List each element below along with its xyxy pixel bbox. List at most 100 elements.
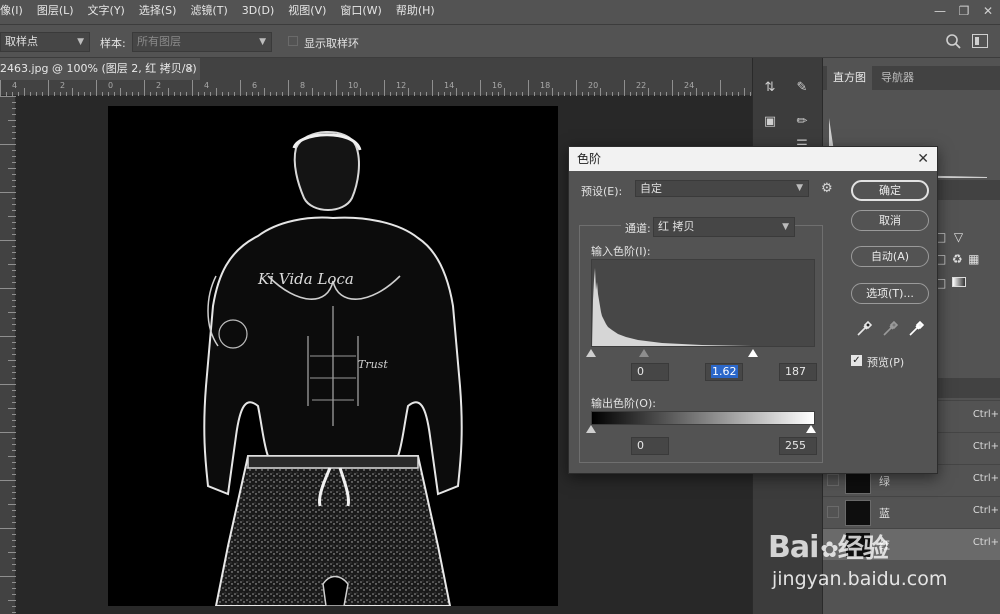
ruler-label: 2 (156, 81, 162, 90)
input-gamma-slider[interactable] (639, 349, 649, 357)
vertical-ruler (0, 96, 16, 614)
preset-label: 预设(E): (581, 185, 623, 198)
cancel-button[interactable]: 取消 (851, 210, 929, 231)
gray-eyedropper-icon[interactable] (881, 320, 899, 338)
character-icon[interactable]: ✎ (791, 76, 813, 98)
watermark-url: jingyan.baidu.com (772, 568, 948, 590)
window-controls: — ❐ ✕ (928, 0, 1000, 22)
gear-icon[interactable]: ⚙ (821, 181, 833, 196)
brush-icon[interactable]: ✏ (791, 110, 813, 132)
workspace-icon[interactable] (972, 34, 988, 48)
history-icon[interactable]: ⇅ (759, 76, 781, 98)
options-bar: 取样点 ▼ 样本: 所有图层 ▼ 显示取样环 (0, 24, 1000, 58)
output-white-slider[interactable] (806, 425, 816, 433)
black-eyedropper-icon[interactable] (855, 320, 873, 338)
menu-layer[interactable]: 图层(L) (30, 0, 81, 22)
search-icon[interactable] (944, 32, 964, 52)
menu-type[interactable]: 文字(Y) (81, 0, 132, 22)
auto-button[interactable]: 自动(A) (851, 246, 929, 267)
close-icon[interactable]: × (185, 58, 194, 80)
svg-text:Trust: Trust (358, 358, 388, 371)
channel-name: 蓝 (879, 507, 890, 520)
output-gradient (591, 411, 815, 425)
restore-icon[interactable]: ❐ (952, 0, 976, 22)
ruler-ticks (0, 96, 16, 613)
preset-value: 自定 (640, 182, 662, 195)
document-tab[interactable]: 2463.jpg @ 100% (图层 2, 红 拷贝/8) * × (0, 58, 200, 97)
channel-shortcut: Ctrl+ (972, 473, 999, 484)
channel-shortcut: Ctrl+ (972, 505, 999, 516)
adjustment-icons-row1: □ ▽ (935, 230, 963, 244)
histogram-graph (592, 268, 752, 346)
close-icon[interactable]: ✕ (917, 147, 929, 171)
ok-button[interactable]: 确定 (851, 180, 929, 201)
menu-3d[interactable]: 3D(D) (235, 0, 282, 22)
ruler-label: 22 (636, 81, 647, 90)
grid-icon[interactable]: ▦ (968, 252, 979, 266)
white-eyedropper-icon[interactable] (907, 320, 925, 338)
document-tab-bar: 2463.jpg @ 100% (图层 2, 红 拷贝/8) * × (0, 58, 752, 97)
menu-view[interactable]: 视图(V) (281, 0, 333, 22)
preset-select[interactable]: 自定 ▼ (635, 180, 809, 197)
close-window-icon[interactable]: ✕ (976, 0, 1000, 22)
levels-histogram (591, 259, 815, 347)
show-ring-checkbox[interactable] (288, 36, 298, 46)
channel-row-blue[interactable]: 蓝 Ctrl+ (823, 496, 1000, 528)
menu-window[interactable]: 窗口(W) (333, 0, 388, 22)
ruler-label: 6 (252, 81, 258, 90)
channel-name: 绿 (879, 475, 890, 488)
channel-shortcut: Ctrl+ (972, 409, 999, 420)
input-levels-label: 输入色阶(I): (591, 245, 651, 258)
tab-navigator[interactable]: 导航器 (875, 66, 920, 90)
3d-cube-icon[interactable]: ▣ (759, 110, 781, 132)
preview-checkbox[interactable]: ✓ (851, 355, 862, 366)
output-black-slider[interactable] (586, 425, 596, 433)
input-gamma-field[interactable]: 1.62 (705, 363, 743, 381)
horizontal-ruler: 4 2 0 2 4 6 8 10 12 14 16 18 20 22 24 (0, 80, 752, 96)
dialog-title: 色阶 (577, 152, 602, 166)
document-image[interactable]: Ki Vida Loca Trust (108, 106, 558, 607)
minimize-icon[interactable]: — (928, 0, 952, 22)
input-white-value: 187 (785, 365, 806, 378)
output-white-field[interactable]: 255 (779, 437, 817, 455)
recycle-icon[interactable]: ♻ (952, 252, 963, 266)
output-black-value: 0 (637, 439, 644, 452)
tab-histogram[interactable]: 直方图 (827, 66, 872, 90)
menu-select[interactable]: 选择(S) (132, 0, 184, 22)
baidu-logo: Bai✿经验 (768, 528, 889, 565)
input-black-slider[interactable] (586, 349, 596, 357)
channel-select[interactable]: 红 拷贝 ▼ (653, 217, 795, 237)
menu-bar: 像(I) 图层(L) 文字(Y) 选择(S) 滤镜(T) 3D(D) 视图(V)… (0, 0, 1000, 22)
input-black-field[interactable]: 0 (631, 363, 669, 381)
menu-image[interactable]: 像(I) (0, 0, 30, 22)
ruler-label: 18 (540, 81, 551, 90)
edge-figure-image: Ki Vida Loca Trust (203, 131, 463, 607)
output-black-field[interactable]: 0 (631, 437, 669, 455)
adjustment-icons-row3: □ (935, 276, 966, 290)
ruler-label: 12 (396, 81, 407, 90)
sample-layers-select[interactable]: 所有图层 ▼ (132, 32, 272, 52)
svg-text:Ki Vida Loca: Ki Vida Loca (257, 270, 354, 288)
visibility-toggle[interactable] (827, 506, 839, 518)
dialog-titlebar[interactable]: 色阶 ✕ (569, 147, 937, 171)
sample-size-select[interactable]: 取样点 ▼ (0, 32, 90, 52)
preview-label: 预览(P) (867, 356, 905, 369)
channel-shortcut: Ctrl+ (972, 441, 999, 452)
gradient-map-icon[interactable] (951, 277, 966, 287)
ruler-label: 4 (12, 81, 18, 90)
menu-filter[interactable]: 滤镜(T) (183, 0, 234, 22)
baidu-watermark: Bai✿经验 jingyan.baidu.com (766, 528, 996, 608)
paw-icon: ✿ (820, 538, 838, 563)
chevron-down-icon: ▼ (796, 183, 803, 193)
triangle-icon[interactable]: ▽ (954, 230, 963, 244)
menu-help[interactable]: 帮助(H) (389, 0, 442, 22)
input-white-field[interactable]: 187 (779, 363, 817, 381)
ruler-label: 2 (60, 81, 66, 90)
visibility-toggle[interactable] (827, 474, 839, 486)
sample-label: 样本: (100, 37, 126, 50)
input-white-slider[interactable] (748, 349, 758, 357)
ruler-label: 24 (684, 81, 695, 90)
channel-label: 通道: (621, 220, 655, 236)
channel-value: 红 拷贝 (658, 220, 695, 233)
options-button[interactable]: 选项(T)... (851, 283, 929, 304)
